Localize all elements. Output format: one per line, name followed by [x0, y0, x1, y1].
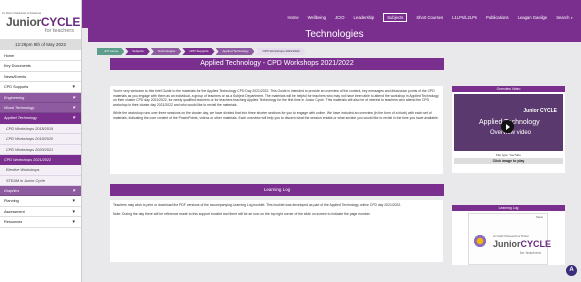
- learning-log-paragraph-1: Teachers may wish to print or download t…: [113, 203, 402, 207]
- video-card-header: Overview Video: [452, 86, 565, 92]
- date-time: 12:29pm 9th of May 2022: [0, 39, 81, 50]
- nav-item-publications[interactable]: Publications: [486, 15, 509, 20]
- learning-log-heading: Learning Log: [110, 184, 444, 196]
- section-heading: Applied Technology - CPD Workshops 2021/…: [110, 58, 444, 70]
- learning-log-paragraph-2: Note: During the day there will be refer…: [113, 211, 371, 216]
- sidebar-item-cpd-workshops-2019-2020[interactable]: CPD Workshops 2019/2020: [0, 134, 81, 145]
- sidebar-item-cpd-supports[interactable]: CPD Supports ▾: [0, 82, 81, 93]
- sidebar-item-label: CPD Supports: [4, 85, 29, 90]
- sidebar-item-news-events[interactable]: News/Events: [0, 71, 81, 83]
- nav-item-wellbeing[interactable]: Wellbeing: [308, 15, 326, 20]
- sidebar-item-assessment[interactable]: Assessment ▾: [0, 206, 81, 218]
- nav-search-label: Search: [556, 15, 570, 20]
- sidebar-item-label: Wood Technology: [4, 105, 35, 110]
- nav-item-jcio[interactable]: JCIO: [335, 15, 345, 20]
- sidebar-item-label: CPD Workshops 2021/2022: [4, 157, 52, 162]
- learning-log-thumbnail[interactable]: Name An tSraith Shóisearach ar Phobal Ju…: [468, 213, 551, 265]
- top-navigation: Home Wellbeing JCIO Leadership Subjects Short…: [0, 0, 581, 28]
- overview-video-card: Overview Video Junior CYCLE Applied Tech…: [452, 86, 565, 173]
- sidebar: An Roinn Oideachais & Scileanna JuniorCY…: [0, 0, 82, 282]
- sidebar-menu: Home Key Documents News/Events CPD Supports…: [0, 51, 81, 228]
- sidebar-item-wood-technology[interactable]: Wood Technology ▾: [0, 102, 81, 114]
- search-icon: ⌕: [570, 15, 573, 20]
- breadcrumb-item[interactable]: CPD Supports: [182, 48, 214, 55]
- sidebar-item-label: CPD Workshops 2018/2019: [6, 126, 54, 131]
- sidebar-item-cpd-workshops-2021-2022[interactable]: CPD Workshops 2021/2022: [0, 154, 81, 166]
- sidebar-item-applied-technology[interactable]: Applied Technology ▾: [0, 113, 81, 124]
- breadcrumb-item[interactable]: Technologies: [151, 48, 182, 55]
- intro-paragraph-1: You're very welcome to this brief Guide …: [113, 89, 439, 107]
- name-label: Name: [536, 216, 543, 219]
- sidebar-item-label: CPD Workshops 2020/2021: [6, 147, 54, 152]
- breadcrumb: JCT Home Subjects Technologies CPD Supports…: [97, 48, 307, 55]
- nav-item-short-courses[interactable]: Short Courses: [416, 15, 443, 20]
- learning-log-card-header: Learning Log: [452, 205, 565, 211]
- sidebar-item-label: Applied Technology: [4, 116, 38, 121]
- sidebar-item-label: CPD Workshops 2019/2020: [6, 137, 54, 142]
- breadcrumb-item[interactable]: JCT Home: [97, 48, 124, 55]
- sidebar-item-label: Home: [4, 54, 15, 58]
- logo-accent-text: CYCLE: [40, 15, 81, 29]
- sidebar-item-cpd-workshops-2018-2019[interactable]: CPD Workshops 2018/2019: [0, 123, 81, 135]
- chevron-down-icon[interactable]: ▾: [72, 207, 75, 217]
- sidebar-item-label: News/Events: [4, 74, 27, 79]
- chevron-down-icon[interactable]: ▾: [72, 186, 75, 196]
- play-icon[interactable]: [501, 120, 514, 133]
- video-badge: Junior CYCLE: [523, 108, 557, 114]
- nav-item-leadership[interactable]: Leadership: [354, 15, 375, 20]
- learning-log-card: Learning Log Name An tSraith Shóisearach…: [452, 205, 565, 265]
- sidebar-item-steam-in-junior-cycle[interactable]: STEAM in Junior Cycle: [0, 175, 81, 187]
- breadcrumb-item[interactable]: Applied Technology: [216, 48, 255, 55]
- chevron-down-icon[interactable]: ▾: [72, 217, 75, 227]
- nav-item-l1lps-l2lps[interactable]: L1LPs/L2LPs: [452, 15, 477, 20]
- nav-links: Home Wellbeing JCIO Leadership Subjects Short…: [288, 13, 573, 22]
- intro-panel: You're very welcome to this brief Guide …: [110, 86, 443, 174]
- sidebar-item-label: Key Documents: [4, 64, 31, 69]
- chevron-down-icon[interactable]: ▾: [72, 196, 75, 206]
- sidebar-item-label: STEAM in Junior Cycle: [6, 178, 46, 183]
- chevron-down-icon[interactable]: ▾: [72, 93, 75, 103]
- chevron-down-icon[interactable]: ▾: [72, 82, 75, 92]
- video-thumbnail[interactable]: Junior CYCLE Applied Technology Overview…: [454, 94, 563, 151]
- sidebar-item-label: Graphics: [4, 189, 20, 194]
- logo-main-text: Junior: [6, 15, 41, 29]
- nav-item-leagan-gaeilge[interactable]: Leagan Gaeilge: [518, 15, 548, 20]
- nav-item-search[interactable]: Search ⌕: [556, 15, 573, 20]
- nav-item-subjects[interactable]: Subjects: [383, 13, 408, 22]
- intro-paragraph-2: While the workshop runs over three sessi…: [113, 111, 439, 120]
- nav-item-home[interactable]: Home: [288, 15, 299, 20]
- learning-log-panel: Teachers may wish to print or download t…: [110, 200, 443, 262]
- sidebar-item-label: Planning: [4, 199, 19, 204]
- page-title: Technologies: [88, 28, 581, 42]
- accessibility-help-button[interactable]: A: [566, 265, 577, 276]
- sidebar-item-label: Resources: [4, 220, 23, 225]
- sidebar-item-home[interactable]: Home: [0, 51, 81, 62]
- sidebar-item-elective-workshops[interactable]: Elective Workshops: [0, 165, 81, 176]
- video-source: File type: YouTube: [496, 153, 521, 157]
- chevron-down-icon[interactable]: ▾: [72, 113, 75, 123]
- sidebar-item-resources[interactable]: Resources ▾: [0, 217, 81, 228]
- jct-logo-icon: [473, 234, 487, 248]
- breadcrumb-item: CPD Workshops 2021/2022: [255, 48, 305, 55]
- sidebar-item-label: Assessment: [4, 209, 25, 214]
- sidebar-item-graphics[interactable]: Graphics ▾: [0, 186, 81, 197]
- sidebar-item-label: Engineering: [4, 95, 25, 100]
- thumbnail-brand-accent: CYCLE: [520, 239, 552, 249]
- sidebar-item-key-documents[interactable]: Key Documents: [0, 61, 81, 72]
- sidebar-item-planning[interactable]: Planning ▾: [0, 196, 81, 207]
- junior-cycle-logo[interactable]: JuniorCYCLE for teachers: [6, 16, 80, 34]
- play-video-button[interactable]: Click image to play: [454, 158, 563, 164]
- thumbnail-brand-sub: for teachers: [519, 250, 541, 255]
- thumbnail-line1: An tSraith Shóisearach ar Phobal: [493, 235, 529, 238]
- breadcrumb-item[interactable]: Subjects: [125, 48, 150, 55]
- sidebar-item-label: Elective Workshops: [6, 168, 40, 173]
- sidebar-item-cpd-workshops-2020-2021[interactable]: CPD Workshops 2020/2021: [0, 144, 81, 155]
- sidebar-item-engineering[interactable]: Engineering ▾: [0, 92, 81, 103]
- chevron-down-icon[interactable]: ▾: [72, 103, 75, 113]
- thumbnail-brand-main: Junior: [493, 239, 521, 249]
